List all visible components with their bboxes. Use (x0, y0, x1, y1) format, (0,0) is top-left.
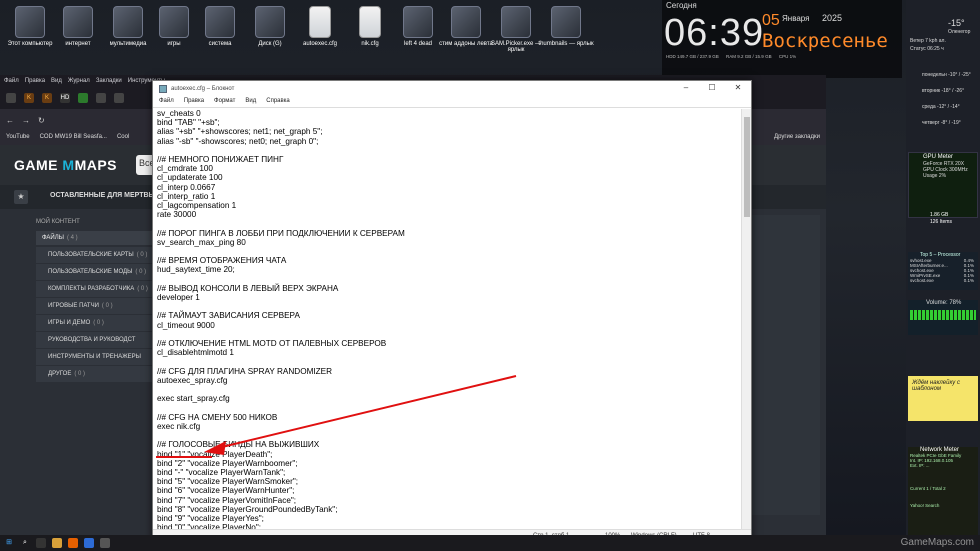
notepad-scrollbar[interactable] (741, 109, 751, 529)
maximize-icon[interactable]: ☐ (699, 81, 725, 96)
top5-processor-gadget: Top 5 – Processor svhost.exe 0.4% MSIAfte… (908, 252, 978, 290)
sidebar-group-files[interactable]: ФАЙЛЫ( 4 ) (36, 231, 156, 245)
sticky-note[interactable]: Ждём наклейку с шаблоном (908, 376, 978, 421)
taskbar: ⊞ ⌕ (0, 535, 980, 551)
drive-gadget: 1.86 GB 126 Items (930, 212, 952, 225)
np-menu-file[interactable]: Файл (159, 98, 174, 105)
clock-day: 05 (762, 12, 780, 29)
firefox-icon[interactable] (68, 538, 78, 548)
shortcut-icon (501, 6, 531, 38)
notepad-titlebar[interactable]: autoexec.cfg – Блокнот – ☐ ✕ (153, 81, 751, 96)
watermark: GameMaps.com (900, 537, 974, 548)
menu-edit[interactable]: Правка (25, 78, 45, 86)
sidebar-title: МОЙ КОНТЕНТ (36, 219, 80, 225)
clock-year: 2025 (822, 13, 843, 23)
sidebar-item-patches[interactable]: ИГРОВЫЕ ПАТЧИ( 0 ) (36, 298, 156, 314)
search-icon[interactable]: ⌕ (20, 538, 30, 548)
system-stats: HDD 149.7 GB / 237.9 GB RAM 9.2 GB / 15.… (666, 54, 797, 59)
notepad-menubar: Файл Правка Формат Вид Справка (153, 96, 751, 108)
bookmark-cool[interactable]: Cool (117, 134, 129, 142)
clock-time: 06:39 (664, 12, 765, 54)
menu-file[interactable]: Файл (4, 78, 19, 86)
menu-bookmarks[interactable]: Закладки (96, 78, 122, 86)
sidebar-item-maps[interactable]: ПОЛЬЗОВАТЕЛЬСКИЕ КАРТЫ( 0 ) (36, 247, 156, 263)
tab-icon[interactable]: K (24, 93, 34, 103)
other-bookmarks[interactable]: Другие закладки (774, 134, 820, 142)
menu-history[interactable]: Журнал (68, 78, 90, 86)
clock-today-label: Сегодня (666, 1, 697, 10)
volume-gadget[interactable]: Volume: 78% (908, 300, 978, 335)
steam-icon[interactable] (84, 538, 94, 548)
tab-icon[interactable]: HD (60, 93, 70, 103)
desktop-icon-thumbnails[interactable]: thumbnails — ярлык (536, 2, 596, 70)
folder-icon (451, 6, 481, 38)
site-logo[interactable]: GAME MMAPS (14, 157, 117, 173)
sidebar-item-sdk[interactable]: КОМПЛЕКТЫ РАЗРАБОТЧИКА( 0 ) (36, 281, 156, 297)
taskview-icon[interactable] (36, 538, 46, 548)
shortcut-icon (551, 6, 581, 38)
notepad-text-area[interactable]: sv_cheats 0 bind "TAB" "+sb"; alias "+sb… (157, 109, 741, 529)
sidebar-item-games-demos[interactable]: ИГРЫ И ДЕМО( 0 ) (36, 315, 156, 331)
forward-icon[interactable]: → (22, 116, 30, 125)
np-menu-help[interactable]: Справка (266, 98, 290, 105)
file-icon (309, 6, 331, 38)
np-menu-edit[interactable]: Правка (184, 98, 204, 105)
volume-bars (910, 310, 976, 320)
gpu-meter-gadget: GPU Meter GeForce RTX 20X GPU Clock 300M… (908, 152, 978, 218)
weather-temp: -15° (948, 18, 965, 28)
tab-icon[interactable] (114, 93, 124, 103)
clock-weekday: Воскресенье (762, 30, 888, 52)
clock-widget: Сегодня 06:39 05 Января 2025 Воскресенье… (662, 0, 902, 78)
notepad-title: autoexec.cfg – Блокнот (171, 85, 235, 92)
notepad-window: autoexec.cfg – Блокнот – ☐ ✕ Файл Правка… (152, 80, 752, 544)
folder-icon (159, 6, 189, 38)
gadget-sidebar: -15° Оленегор Ветер 7 kph ал. Статус 06:… (906, 0, 980, 537)
folder-icon (205, 6, 235, 38)
tab-icon[interactable] (96, 93, 106, 103)
game-section-label[interactable]: ОСТАВЛЕННЫЕ ДЛЯ МЕРТВЫХ (50, 192, 160, 199)
my-content-sidebar: МОЙ КОНТЕНТ ФАЙЛЫ( 4 ) ПОЛЬЗОВАТЕЛЬСКИЕ … (36, 215, 156, 515)
bookmark-youtube[interactable]: YouTube (6, 134, 30, 142)
tab-icon[interactable]: K (42, 93, 52, 103)
np-menu-view[interactable]: Вид (245, 98, 256, 105)
notepad-icon (159, 84, 167, 93)
tab-icon[interactable] (78, 93, 88, 103)
close-icon[interactable]: ✕ (725, 81, 751, 96)
back-icon[interactable]: ← (6, 116, 14, 125)
tab-icon[interactable] (6, 93, 16, 103)
explorer-icon[interactable] (52, 538, 62, 548)
bookmark-cod[interactable]: COD MW19 Bill Seasfa... (40, 134, 107, 142)
folder-icon (63, 6, 93, 38)
menu-view[interactable]: Вид (51, 78, 62, 86)
clock-month: Января (782, 14, 810, 23)
sidebar-item-mods[interactable]: ПОЛЬЗОВАТЕЛЬСКИЕ МОДЫ( 0 ) (36, 264, 156, 280)
network-meter-gadget: Network Meter Realtek PCIe GbE Family In… (908, 447, 978, 537)
start-icon[interactable]: ⊞ (4, 538, 14, 548)
sidebar-item-other[interactable]: ДРУГОЕ( 0 ) (36, 366, 156, 382)
computer-icon (15, 6, 45, 38)
reload-icon[interactable]: ↻ (38, 116, 45, 125)
weather-gadget: -15° Оленегор Ветер 7 kph ал. Статус 06:… (910, 18, 971, 126)
notepad-taskbar-icon[interactable] (100, 538, 110, 548)
game-icon (403, 6, 433, 38)
folder-icon (113, 6, 143, 38)
sidebar-item-guides[interactable]: РУКОВОДСТВА И РУКОВОДСТ (36, 332, 156, 348)
np-menu-format[interactable]: Формат (214, 98, 235, 105)
logo-mark-icon: M (62, 157, 75, 173)
star-icon[interactable]: ★ (14, 190, 28, 204)
drive-icon (255, 6, 285, 38)
minimize-icon[interactable]: – (673, 81, 699, 96)
file-icon (359, 6, 381, 38)
sidebar-item-tools[interactable]: ИНСТРУМЕНТЫ И ТРЕНАЖЕРЫ (36, 349, 156, 365)
window-controls: – ☐ ✕ (673, 81, 751, 96)
scrollbar-thumb[interactable] (744, 117, 750, 217)
